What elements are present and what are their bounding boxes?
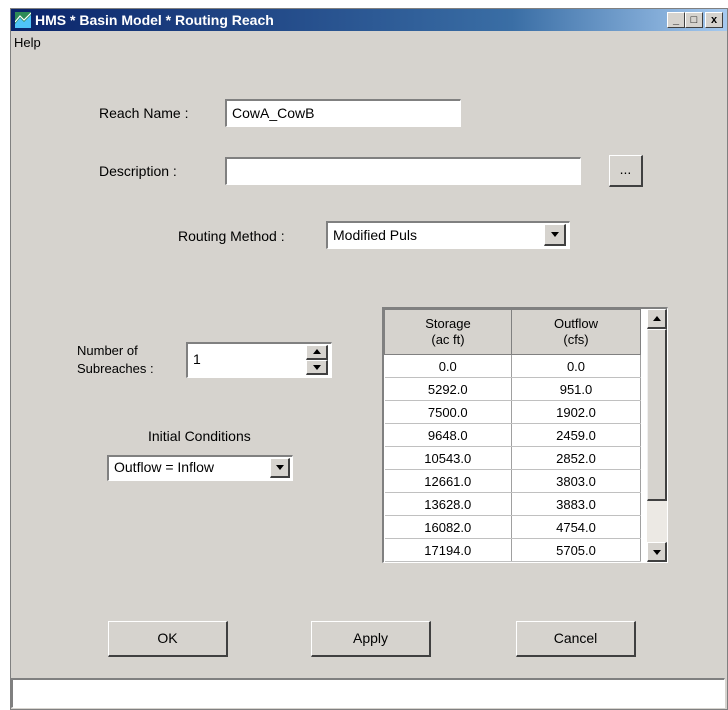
reach-name-input[interactable]: CowA_CowB	[225, 99, 461, 127]
outflow-cell[interactable]: 3803.0	[511, 469, 641, 493]
initial-conditions-value: Outflow = Inflow	[114, 459, 214, 475]
routing-method-select[interactable]: Modified Puls	[326, 221, 570, 249]
table-row: 16082.0 4754.0	[384, 515, 641, 539]
table-row: 12661.0 3803.0	[384, 469, 641, 493]
outflow-cell[interactable]: 3883.0	[511, 492, 641, 516]
outflow-cell[interactable]: 951.0	[511, 377, 641, 401]
chevron-down-icon	[275, 465, 284, 470]
subreaches-increment-button[interactable]	[306, 345, 328, 360]
apply-button[interactable]: Apply	[311, 621, 431, 657]
subreaches-decrement-button[interactable]	[306, 360, 328, 375]
scroll-thumb[interactable]	[647, 329, 667, 501]
chevron-down-icon	[550, 232, 559, 237]
table-row: 10543.0 2852.0	[384, 446, 641, 470]
subreaches-label-line2: Subreaches :	[77, 361, 154, 376]
description-label: Description :	[99, 163, 177, 179]
outflow-cell[interactable]: 2459.0	[511, 423, 641, 447]
initial-conditions-dropdown-button[interactable]	[270, 458, 290, 478]
table-scrollbar[interactable]	[647, 309, 667, 562]
outflow-cell[interactable]: 0.0	[511, 354, 641, 378]
table-row: 7500.0 1902.0	[384, 400, 641, 424]
hms-app-icon	[15, 12, 31, 28]
scroll-down-button[interactable]	[647, 542, 667, 562]
storage-cell[interactable]: 7500.0	[384, 400, 512, 424]
initial-conditions-select[interactable]: Outflow = Inflow	[107, 455, 293, 481]
arrow-down-icon	[312, 365, 321, 370]
ok-button[interactable]: OK	[108, 621, 228, 657]
window-title: HMS * Basin Model * Routing Reach	[35, 12, 274, 28]
outflow-cell[interactable]: 1902.0	[511, 400, 641, 424]
title-bar[interactable]: HMS * Basin Model * Routing Reach _ □ x	[11, 9, 727, 31]
storage-outflow-table: Storage (ac ft) Outflow (cfs) 0.0 0.0 529…	[382, 307, 668, 563]
arrow-up-icon	[312, 349, 321, 354]
routing-method-label: Routing Method :	[178, 228, 285, 244]
storage-cell[interactable]: 5292.0	[384, 377, 512, 401]
table-row: 17194.0 5705.0	[384, 538, 641, 562]
initial-conditions-label: Initial Conditions	[148, 428, 251, 444]
storage-cell[interactable]: 10543.0	[384, 446, 512, 470]
table-row: 5292.0 951.0	[384, 377, 641, 401]
routing-method-value: Modified Puls	[333, 227, 418, 243]
description-input[interactable]	[225, 157, 581, 185]
storage-cell[interactable]: 0.0	[384, 354, 512, 378]
routing-reach-window: HMS * Basin Model * Routing Reach _ □ x …	[10, 8, 728, 710]
storage-cell[interactable]: 13628.0	[384, 492, 512, 516]
routing-method-dropdown-button[interactable]	[544, 224, 566, 246]
reach-name-label: Reach Name :	[99, 105, 189, 121]
table-row: 9648.0 2459.0	[384, 423, 641, 447]
description-browse-button[interactable]: ...	[609, 155, 643, 187]
table-row: 0.0 0.0	[384, 354, 641, 378]
menu-help[interactable]: Help	[14, 35, 41, 50]
storage-cell[interactable]: 16082.0	[384, 515, 512, 539]
outflow-cell[interactable]: 4754.0	[511, 515, 641, 539]
column-header-outflow[interactable]: Outflow (cfs)	[511, 309, 641, 355]
column-header-storage[interactable]: Storage (ac ft)	[384, 309, 512, 355]
status-bar	[11, 678, 725, 708]
outflow-cell[interactable]: 2852.0	[511, 446, 641, 470]
subreaches-value: 1	[193, 351, 201, 367]
storage-cell[interactable]: 9648.0	[384, 423, 512, 447]
cancel-button[interactable]: Cancel	[516, 621, 636, 657]
outflow-cell[interactable]: 5705.0	[511, 538, 641, 562]
menu-bar: Help	[11, 31, 727, 53]
table-row: 13628.0 3883.0	[384, 492, 641, 516]
scroll-up-button[interactable]	[647, 309, 667, 329]
maximize-button[interactable]: □	[685, 12, 703, 28]
storage-cell[interactable]: 12661.0	[384, 469, 512, 493]
arrow-up-icon	[652, 316, 661, 321]
arrow-down-icon	[652, 550, 661, 555]
subreaches-label-line1: Number of	[77, 343, 138, 358]
storage-cell[interactable]: 17194.0	[384, 538, 512, 562]
close-button[interactable]: x	[705, 12, 723, 28]
minimize-button[interactable]: _	[667, 12, 685, 28]
